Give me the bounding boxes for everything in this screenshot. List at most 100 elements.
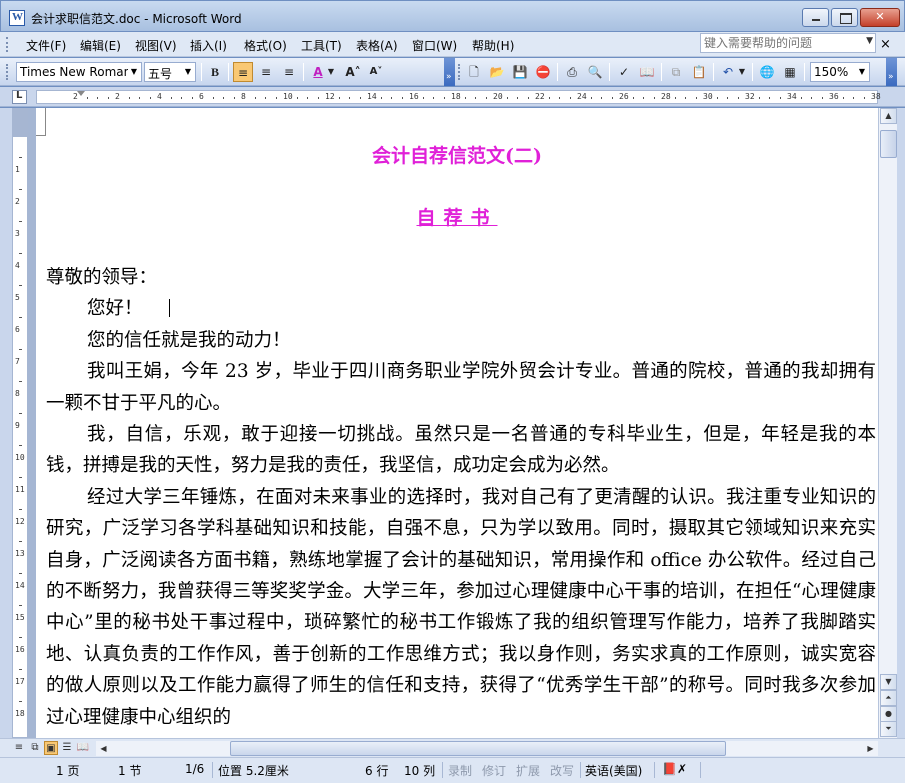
align-left-button[interactable]: ≡	[233, 62, 253, 82]
document-page[interactable]: 会计自荐信范文(二) 自荐书 尊敬的领导： 您好！ 您的信任就是我的动力！ 我叫…	[36, 108, 878, 738]
font-color-button[interactable]: A	[308, 62, 328, 82]
help-search-input[interactable]	[701, 34, 861, 52]
ruler-tick-mark	[769, 97, 770, 99]
close-icon: ✕	[875, 10, 885, 23]
status-extend[interactable]: 扩展	[516, 762, 540, 779]
zoom-combo[interactable]: 150% ▼	[810, 62, 870, 82]
help-dropdown-icon[interactable]: ▼	[866, 36, 873, 46]
align-right-button[interactable]: ≡	[279, 62, 299, 82]
vertical-ruler-tick-label: 12	[15, 517, 25, 526]
normal-view-icon[interactable]: ≡	[12, 741, 26, 755]
copy-icon[interactable]: ⧉	[666, 62, 686, 82]
reading-layout-icon[interactable]: 📖	[76, 741, 90, 755]
ruler-tick-label: 26	[619, 92, 629, 101]
ruler-tick-mark	[716, 97, 718, 99]
vertical-ruler-tick-mark	[19, 701, 22, 702]
vertical-ruler-tick-mark	[19, 445, 22, 446]
vertical-ruler-tick-label: 7	[15, 357, 20, 366]
print-preview-icon[interactable]: 🔍	[585, 62, 605, 82]
close-button[interactable]: ✕	[860, 8, 900, 27]
horizontal-scrollbar[interactable]: ◀ ▶	[96, 741, 878, 756]
font-name-combo[interactable]: Times New Roman ▼	[16, 62, 142, 82]
menu-insert[interactable]: 插入(I)	[190, 37, 227, 54]
maximize-button[interactable]	[831, 8, 858, 27]
ruler-tick-mark	[317, 97, 319, 99]
ruler-tick-mark	[149, 97, 151, 99]
vertical-scroll-thumb[interactable]	[880, 130, 897, 158]
undo-icon[interactable]: ↶	[718, 62, 738, 82]
chevron-down-icon[interactable]: ▼	[856, 64, 868, 80]
insert-hyperlink-icon[interactable]: 🌐	[757, 62, 777, 82]
horizontal-scroll-thumb[interactable]	[230, 741, 726, 756]
menu-table[interactable]: 表格(A)	[356, 37, 398, 54]
toolbar-separator	[228, 63, 229, 81]
toolbar-grip[interactable]	[6, 64, 9, 80]
status-language[interactable]: 英语(美国)	[585, 762, 642, 779]
paste-icon[interactable]: 📋	[689, 62, 709, 82]
align-center-button[interactable]: ≡	[256, 62, 276, 82]
permission-icon[interactable]: ⛔	[533, 62, 553, 82]
ruler-tick-mark	[296, 97, 298, 99]
tab-stop-selector[interactable]	[12, 90, 27, 104]
spelling-status-icon[interactable]: 📕✗	[662, 762, 687, 776]
toolbar-options-chevron[interactable]	[886, 58, 897, 86]
undo-dropdown-icon[interactable]: ▼	[737, 62, 747, 82]
menu-view[interactable]: 视图(V)	[135, 37, 177, 54]
minimize-button[interactable]	[802, 8, 829, 27]
document-subtitle: 自荐书	[416, 207, 498, 229]
shrink-font-button[interactable]: A˅	[366, 62, 386, 82]
toolbar-separator	[609, 63, 610, 81]
open-folder-icon[interactable]: 📂	[487, 62, 507, 82]
scroll-left-icon[interactable]: ◀	[96, 741, 111, 756]
vertical-ruler-tick-label: 1	[15, 165, 20, 174]
spelling-grammar-icon[interactable]: ✓	[614, 62, 634, 82]
outline-view-icon[interactable]: ☰	[60, 741, 74, 755]
status-section: 1 节	[118, 764, 142, 778]
web-layout-icon[interactable]: ⧉	[28, 741, 42, 755]
menu-tools[interactable]: 工具(T)	[301, 37, 342, 54]
font-color-dropdown-icon[interactable]: ▼	[326, 62, 336, 82]
status-record[interactable]: 录制	[448, 762, 472, 779]
print-layout-icon[interactable]: ▣	[44, 741, 58, 755]
word-app-icon[interactable]	[9, 10, 25, 26]
menubar-grip[interactable]	[6, 37, 9, 52]
ruler-tick-mark	[349, 97, 350, 99]
vertical-ruler[interactable]: 1 2 3 4 5 6 7 8 9 10 11 12 13 14 15 16 17 18	[12, 108, 28, 738]
menu-format[interactable]: 格式(O)	[244, 37, 287, 54]
document-body[interactable]: 尊敬的领导： 您好！ 您的信任就是我的动力！ 我叫王娟，今年 23 岁，毕业于四…	[46, 262, 876, 733]
print-icon[interactable]: ⎙	[562, 62, 582, 82]
font-size-combo[interactable]: 五号 ▼	[144, 62, 196, 82]
status-track-changes[interactable]: 修订	[482, 762, 506, 779]
scroll-right-icon[interactable]: ▶	[863, 741, 878, 756]
ruler-tick-mark	[401, 97, 403, 99]
menu-edit[interactable]: 编辑(E)	[80, 37, 121, 54]
status-overtype[interactable]: 改写	[550, 762, 574, 779]
scroll-up-icon[interactable]: ▲	[880, 108, 897, 124]
bold-button[interactable]: B	[205, 62, 225, 82]
document-close-icon[interactable]: ×	[880, 37, 891, 52]
right-edge-strip	[897, 108, 905, 738]
insert-table-icon[interactable]: ▦	[780, 62, 800, 82]
chevron-down-icon[interactable]: ▼	[128, 64, 140, 80]
toolbar-grip[interactable]	[458, 64, 461, 80]
ruler-tick-mark	[380, 97, 382, 99]
select-browse-object-icon[interactable]: ●	[880, 706, 897, 722]
save-icon[interactable]: 💾	[510, 62, 530, 82]
research-icon[interactable]: 📖	[637, 62, 657, 82]
chevron-down-icon[interactable]: ▼	[182, 64, 194, 80]
menu-file[interactable]: 文件(F)	[26, 37, 66, 54]
first-line-indent-marker[interactable]	[77, 91, 85, 96]
previous-page-icon[interactable]: ⏶	[880, 690, 897, 706]
help-search-box[interactable]: ▼	[700, 33, 876, 53]
horizontal-ruler[interactable]: 2 2 4 6 8 10 12 14 16 18 20 22 24 26 28 30 32 34 36 38	[36, 90, 881, 104]
vertical-ruler-margin	[13, 109, 27, 137]
grow-font-button[interactable]: A˄	[343, 62, 363, 82]
next-page-icon[interactable]: ⏷	[880, 721, 897, 737]
new-document-icon[interactable]: 🗋	[464, 62, 484, 82]
vertical-ruler-tick-label: 16	[15, 645, 25, 654]
menu-help[interactable]: 帮助(H)	[472, 37, 514, 54]
scroll-down-icon[interactable]: ▼	[880, 674, 897, 690]
vertical-scrollbar[interactable]: ▲ ▼ ⏶ ● ⏷	[878, 108, 897, 738]
menu-window[interactable]: 窗口(W)	[412, 37, 457, 54]
toolbar-options-chevron[interactable]	[444, 58, 455, 86]
